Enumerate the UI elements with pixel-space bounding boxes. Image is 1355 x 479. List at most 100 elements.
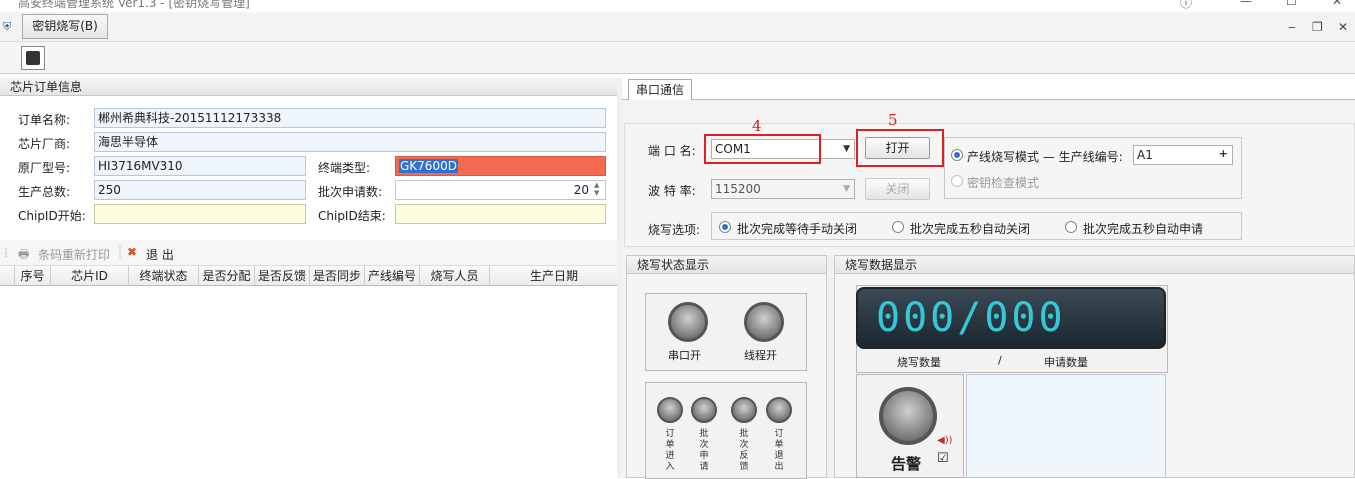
burn-log-area[interactable] (966, 374, 1166, 478)
mode-check-label: 密钥检查模式 (967, 176, 1040, 190)
exit-button[interactable]: 退 出 (146, 246, 174, 263)
line-number-value: A1 (1137, 148, 1153, 162)
baud-select[interactable]: 115200 ▼ (711, 179, 855, 199)
help-icon[interactable]: ⓘ (1180, 0, 1192, 11)
annotation-4: 4 (752, 117, 762, 135)
option-auto-close-radio[interactable] (892, 221, 904, 233)
port-label: 端 口 名: (648, 144, 696, 158)
chip-start-label: ChipID开始: (18, 209, 86, 223)
option-manual-radio[interactable] (719, 221, 731, 233)
lcd-counter: 000/000 (856, 287, 1166, 349)
batch-feedback-label: 批次反馈 (739, 429, 749, 472)
baud-label: 波 特 率: (648, 184, 696, 198)
grid-col-operator[interactable]: 烧写人员 (419, 266, 489, 286)
grid-col-chip-id[interactable]: 芯片ID (50, 266, 128, 286)
menu-bar: ⛨ 密钥烧写(B) ‒ ❐ ✕ (0, 12, 1355, 42)
line-number-select[interactable]: A1 + (1133, 145, 1233, 165)
grid-col-feedback[interactable]: 是否反馈 (254, 266, 309, 286)
menu-tab-key-burn[interactable]: 密钥烧写(B) (22, 14, 108, 39)
grid-col-assigned[interactable]: 是否分配 (198, 266, 254, 286)
batch-stepper[interactable]: 20 (395, 180, 606, 200)
order-exit-label: 订单退出 (774, 429, 784, 472)
minimize-icon[interactable]: — (1240, 0, 1252, 8)
maximize-icon[interactable]: ☐ (1286, 0, 1297, 8)
stepper-arrows-icon[interactable]: ▲ ▼ (594, 181, 599, 197)
option-auto-close-label: 批次完成五秒自动关闭 (910, 222, 1031, 236)
total-field[interactable]: 250 (94, 180, 306, 200)
speaker-icon: ◀)) (937, 435, 953, 446)
terminal-type-label: 终端类型: (318, 161, 371, 175)
toolbar-divider: | (118, 244, 123, 258)
count-slash: / (998, 354, 1002, 367)
order-name-label: 订单名称: (18, 113, 71, 127)
mdi-close-icon[interactable]: ✕ (1338, 20, 1348, 34)
mode-line-radio[interactable] (951, 149, 963, 161)
grid-col-prod-date[interactable]: 生产日期 (489, 266, 618, 286)
shield-icon: ⛨ (3, 20, 12, 33)
baud-value: 115200 (715, 182, 761, 196)
printer-icon: 🖶 (18, 247, 30, 261)
batch-apply-label: 批次申请 (699, 429, 709, 472)
vendor-field[interactable]: 海思半导体 (94, 132, 606, 152)
chip-end-label: ChipID结束: (318, 209, 386, 223)
order-enter-label: 订单进入 (665, 429, 675, 472)
mode-check-radio[interactable] (951, 175, 963, 187)
grid-col-seq[interactable]: 序号 (14, 266, 50, 286)
order-name-field[interactable]: 郴州希典科技-20151112173338 (94, 108, 606, 128)
alarm-checkbox[interactable]: ☑ (937, 451, 949, 466)
grid-col-terminal-status[interactable]: 终端状态 (128, 266, 198, 286)
alarm-lamp-icon (879, 387, 937, 445)
mode-group: 产线烧写模式 — 生产线编号: A1 + 密钥检查模式 (944, 137, 1242, 199)
annotation-box-4 (704, 134, 821, 164)
alarm-label: 告警 (891, 455, 922, 473)
annotation-5: 5 (888, 111, 898, 129)
chip-end-field[interactable] (395, 204, 606, 224)
chip-start-field[interactable] (94, 204, 306, 224)
exit-icon: ✖ (127, 245, 138, 259)
vendor-label: 芯片厂商: (18, 137, 71, 151)
serial-tab-bar: 串口通信 (622, 78, 1355, 100)
total-label: 生产总数: (18, 185, 71, 199)
burn-status-header: 烧写状态显示 (627, 256, 826, 274)
lcd-digits: 000/000 (876, 295, 1066, 341)
order-info-header: 芯片订单信息 (0, 78, 617, 96)
alarm-box: 告警 ◀)) ☑ (856, 374, 964, 478)
model-label: 原厂型号: (18, 161, 71, 175)
terminal-type-field[interactable]: GK7600D (395, 156, 606, 176)
burn-status-panel: 烧写状态显示 串口开 线程开 订单进入 批次申请 批次反馈 订单退出 (626, 255, 827, 479)
chevron-down-icon: ▼ (843, 144, 850, 154)
close-button[interactable]: 关闭 (865, 178, 930, 200)
batch-feedback-lamp-icon (731, 397, 757, 423)
serial-panel: 串口通信 端 口 名: COM1 ▼ 4 打开 5 波 特 率: 115200 … (622, 78, 1355, 479)
reprint-button[interactable]: 条码重新打印 (38, 246, 110, 263)
progress-indicator-box: 订单进入 批次申请 批次反馈 订单退出 (645, 382, 807, 479)
burn-options-label: 烧写选项: (648, 223, 701, 237)
grid-col-synced[interactable]: 是否同步 (309, 266, 364, 286)
burn-options-group: 批次完成等待手动关闭 批次完成五秒自动关闭 批次完成五秒自动申请 (711, 212, 1242, 240)
order-toolbar: ⁞ 🖶 条码重新打印 | ✖ 退 出 (0, 240, 618, 266)
toolbar-grip: ⁞ (4, 246, 8, 260)
option-auto-apply-label: 批次完成五秒自动申请 (1083, 222, 1204, 236)
key-burn-tool-icon[interactable] (21, 46, 45, 70)
inner-splitter[interactable] (827, 255, 833, 478)
serial-open-lamp-icon (668, 302, 708, 342)
serial-open-label: 串口开 (668, 349, 701, 362)
mdi-restore-icon[interactable]: ❐ (1312, 20, 1323, 34)
batch-apply-lamp-icon (691, 397, 717, 423)
grid-header: 序号 芯片ID 终端状态 是否分配 是否反馈 是否同步 产线编号 烧写人员 生产… (0, 266, 618, 286)
close-icon[interactable]: ✕ (1332, 0, 1342, 8)
option-auto-apply-radio[interactable] (1065, 221, 1077, 233)
option-manual-label: 批次完成等待手动关闭 (737, 222, 858, 236)
tab-serial-comm[interactable]: 串口通信 (628, 79, 692, 100)
order-info-panel: 芯片订单信息 订单名称: 郴州希典科技-20151112173338 芯片厂商:… (0, 78, 618, 478)
grid-col-line-number[interactable]: 产线编号 (364, 266, 419, 286)
order-exit-lamp-icon (766, 397, 792, 423)
window-title: 高安终端管理系统 Ver1.3 - [密钥烧写管理] (18, 0, 250, 10)
mdi-minimize-icon[interactable]: ‒ (1288, 20, 1296, 34)
batch-label: 批次申请数: (318, 185, 383, 199)
toolbar (0, 42, 1355, 74)
terminal-type-value: GK7600D (399, 159, 458, 173)
thread-open-lamp-icon (744, 302, 784, 342)
chevron-down-icon: ▼ (843, 184, 850, 194)
model-field[interactable]: HI3716MV310 (94, 156, 306, 176)
